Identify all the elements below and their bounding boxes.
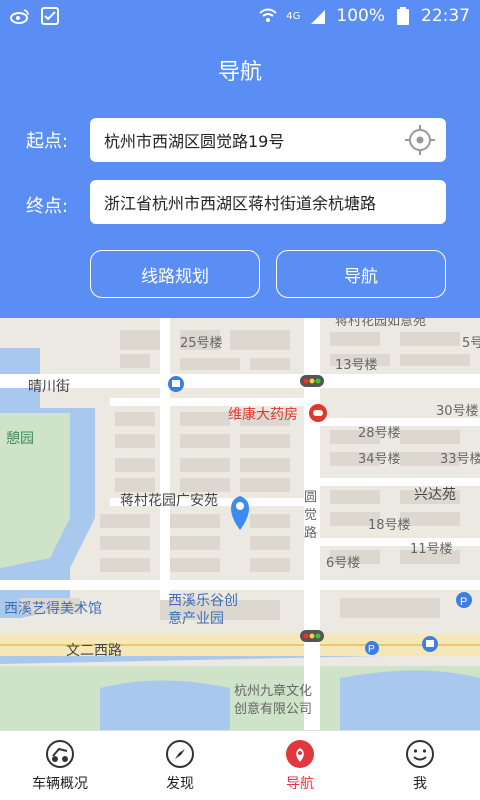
status-bar: 4G 100% 22:37 [0,0,480,32]
network-type: 4G [286,10,301,22]
map-label: 西溪艺得美术馆 [4,601,102,617]
end-input-value: 浙江省杭州市西湖区蒋村街道余杭塘路 [104,194,377,213]
tab-discover[interactable]: 发现 [120,731,240,800]
map-label: 18号楼 [368,518,411,533]
bus-stop-icon [168,376,184,392]
tab-label: 发现 [166,775,194,792]
location-pin-icon [285,739,315,769]
tab-label: 我 [413,775,427,792]
navigate-button[interactable]: 导航 [276,250,446,298]
map-label: 34号楼 [358,452,401,467]
compass-icon [165,739,195,769]
svg-text:P: P [368,644,375,655]
weibo-icon [10,7,30,25]
map-label: 创意有限公司 [234,702,313,717]
clock: 22:37 [421,6,470,26]
signal-icon [308,7,328,25]
start-input[interactable]: 杭州市西湖区圆觉路19号 [90,118,446,162]
map-label: 蒋村花园广安苑 [120,493,218,509]
map-label: 25号楼 [180,336,223,351]
parking-icon: P [456,592,472,608]
map-label: 11号楼 [410,542,453,557]
navigation-header: 导航 起点: 杭州市西湖区圆觉路19号 终点: 浙江省杭州市西湖区蒋村街道余杭塘… [0,32,480,318]
map-label: 意产业园 [168,611,224,627]
map-label: 西溪乐谷创 [168,593,238,609]
map-label: 5号 [462,336,480,351]
bus-stop-icon-2 [422,636,438,652]
map-label: 6号楼 [326,556,361,571]
map-label: 杭州九章文化 [234,684,313,699]
traffic-light-icon-2 [300,630,324,642]
map-label: 蒋村花园如意苑 [335,318,427,329]
map-label: 28号楼 [358,426,401,441]
map-label: 憩园 [6,431,34,447]
map-label: 13号楼 [335,358,378,373]
battery-icon [393,7,413,25]
smiley-icon [405,739,435,769]
map-label: 圆 [304,490,318,505]
tab-navigation[interactable]: 导航 [240,731,360,800]
map-label: 晴川街 [28,379,70,395]
parking-icon-2: P [365,641,379,655]
tab-vehicle-overview[interactable]: 车辆概况 [0,731,120,800]
start-input-value: 杭州市西湖区圆觉路19号 [104,132,285,151]
map-label: 路 [304,526,318,541]
map-label: 33号楼 [440,452,480,467]
end-input[interactable]: 浙江省杭州市西湖区蒋村街道余杭塘路 [90,180,446,224]
map-label: 觉 [304,508,318,523]
map-label: 维康大药房 [228,407,298,423]
pharmacy-icon [309,404,327,422]
task-icon [40,7,60,25]
map-view[interactable]: P P 蒋村花园如意苑 25号楼 5号 13号楼 晴川街 维康大药房 30号楼 … [0,318,480,730]
bottom-tab-bar: 车辆概况 发现 导航 我 [0,730,480,800]
locate-icon[interactable] [404,124,436,156]
traffic-light-icon [300,375,324,387]
page-title: 导航 [217,60,262,85]
map-label: 30号楼 [436,404,479,419]
tab-label: 导航 [286,775,314,792]
start-label: 起点: [26,131,69,152]
map-label: 文二西路 [66,643,122,659]
battery-percent: 100% [336,6,385,26]
route-plan-button[interactable]: 线路规划 [90,250,260,298]
svg-text:P: P [460,596,467,608]
map-label: 兴达苑 [414,487,456,503]
end-label: 终点: [26,196,69,217]
wifi-icon [258,7,278,25]
scooter-icon [45,739,75,769]
tab-label: 车辆概况 [32,775,88,792]
tab-me[interactable]: 我 [360,731,480,800]
